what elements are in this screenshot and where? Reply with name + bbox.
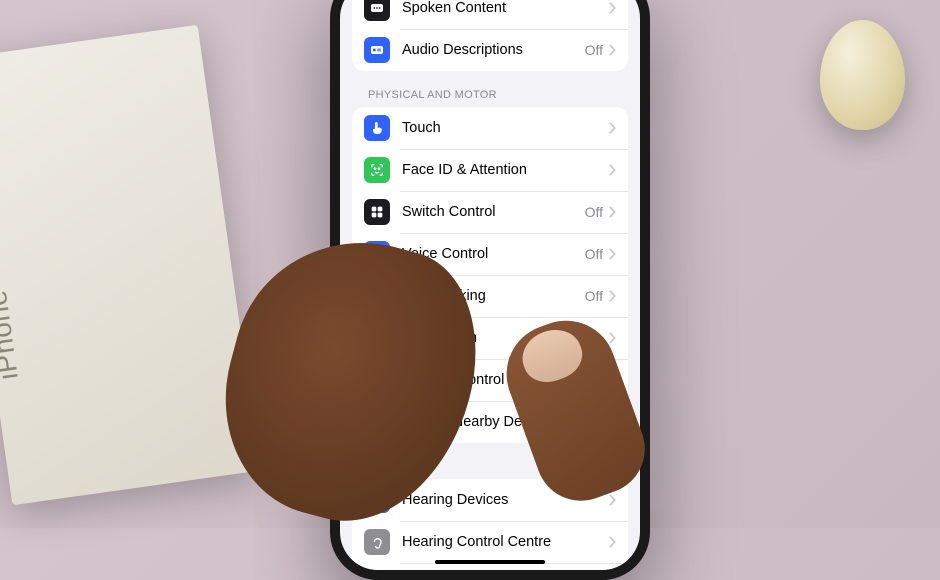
settings-row-nearby[interactable]: Control Nearby Devices	[352, 401, 628, 443]
group-physical: TouchFace ID & AttentionSwitch ControlOf…	[352, 107, 628, 443]
voice-icon	[364, 241, 390, 267]
group-hearing: Hearing Devices Hearing Control Centre Sou…	[352, 479, 628, 570]
settings-row-audiodesc[interactable]: Audio DescriptionsOff	[352, 29, 628, 71]
row-label: Camera Control	[402, 372, 609, 388]
faceid-icon	[364, 157, 390, 183]
row-label: Touch	[402, 120, 609, 136]
section-header-hearing: HEARING	[340, 443, 640, 479]
phone-screen: MotionSpoken ContentAudio DescriptionsOf…	[340, 0, 640, 570]
home-indicator[interactable]	[435, 560, 545, 564]
section-header-physical: PHYSICAL AND MOTOR	[340, 71, 640, 107]
chevron-right-icon	[609, 164, 616, 176]
chevron-right-icon	[609, 2, 616, 14]
group-vision-tail: MotionSpoken ContentAudio DescriptionsOf…	[352, 0, 628, 71]
settings-row-camera[interactable]: Camera Control	[352, 359, 628, 401]
nearby-icon	[364, 409, 390, 435]
settings-row-eye[interactable]: Eye TrackingOff	[352, 275, 628, 317]
eye-icon	[364, 283, 390, 309]
settings-row-voice[interactable]: Voice ControlOff	[352, 233, 628, 275]
settings-row-touch[interactable]: Touch	[352, 107, 628, 149]
sidebtn-icon	[364, 325, 390, 351]
row-label: Face ID & Attention	[402, 162, 609, 178]
chevron-right-icon	[609, 290, 616, 302]
ear-icon	[364, 487, 390, 513]
chevron-right-icon	[609, 206, 616, 218]
settings-row-ear[interactable]: Hearing Devices	[352, 479, 628, 521]
chevron-right-icon	[609, 248, 616, 260]
phone-frame: MotionSpoken ContentAudio DescriptionsOf…	[330, 0, 650, 580]
row-value: Off	[585, 288, 603, 304]
row-label: Side Button	[402, 330, 609, 346]
row-value: Off	[585, 42, 603, 58]
iphone-box-prop	[0, 25, 260, 505]
audiodesc-icon	[364, 37, 390, 63]
switch-icon	[364, 199, 390, 225]
settings-row-faceid[interactable]: Face ID & Attention	[352, 149, 628, 191]
row-value: Off	[585, 246, 603, 262]
chevron-right-icon	[609, 122, 616, 134]
camera-icon	[364, 367, 390, 393]
settings-row-sidebtn[interactable]: Side Button	[352, 317, 628, 359]
settings-row-spoken[interactable]: Spoken Content	[352, 0, 628, 29]
chevron-right-icon	[609, 332, 616, 344]
egg-prop	[820, 20, 905, 130]
chevron-right-icon	[609, 494, 616, 506]
settings-row-hearingcc[interactable]: Hearing Control Centre	[352, 521, 628, 563]
settings-scroll[interactable]: MotionSpoken ContentAudio DescriptionsOf…	[340, 0, 640, 570]
touch-icon	[364, 115, 390, 141]
row-label: Control Nearby Devices	[402, 414, 609, 430]
chevron-right-icon	[609, 536, 616, 548]
chevron-right-icon	[609, 374, 616, 386]
chevron-right-icon	[609, 416, 616, 428]
row-label: Voice Control	[402, 246, 585, 262]
row-label: Eye Tracking	[402, 288, 585, 304]
row-label: Hearing Devices	[402, 492, 609, 508]
row-label: Switch Control	[402, 204, 585, 220]
row-value: Off	[585, 204, 603, 220]
settings-row-soundrec[interactable]: Sound Recognition	[352, 563, 628, 570]
chevron-right-icon	[609, 44, 616, 56]
hearingcc-icon	[364, 529, 390, 555]
settings-row-switch[interactable]: Switch ControlOff	[352, 191, 628, 233]
row-label: Spoken Content	[402, 0, 609, 16]
row-label: Hearing Control Centre	[402, 534, 609, 550]
spoken-icon	[364, 0, 390, 21]
row-label: Audio Descriptions	[402, 42, 585, 58]
